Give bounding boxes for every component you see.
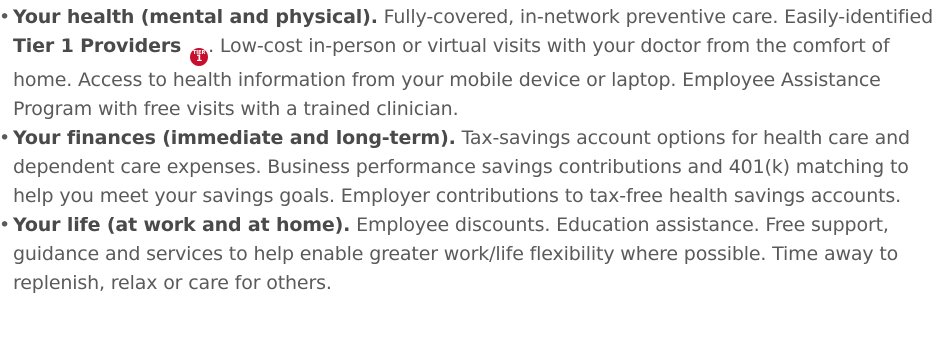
bullet-icon: • — [0, 127, 11, 149]
tier-1-badge-icon: TIER 1 — [190, 48, 209, 66]
bullet-icon: • — [0, 214, 11, 236]
finances-heading: Your finances (immediate and long-term). — [13, 127, 456, 149]
benefits-list: • Your health (mental and physical). Ful… — [0, 3, 939, 298]
list-item-health: • Your health (mental and physical). Ful… — [0, 3, 938, 124]
life-heading: Your life (at work and at home). — [13, 214, 351, 236]
bullet-icon: • — [0, 6, 11, 28]
tier-1-providers-label: Tier 1 Providers — [13, 35, 182, 57]
tier-badge-number: 1 — [196, 54, 203, 64]
health-text-before: Fully-covered, in-network preventive car… — [377, 6, 933, 28]
list-item-life: • Your life (at work and at home). Emplo… — [0, 211, 938, 298]
list-item-finances: • Your finances (immediate and long-term… — [0, 124, 938, 211]
health-heading: Your health (mental and physical). — [13, 6, 378, 28]
benefits-page: • Your health (mental and physical). Ful… — [0, 3, 939, 354]
